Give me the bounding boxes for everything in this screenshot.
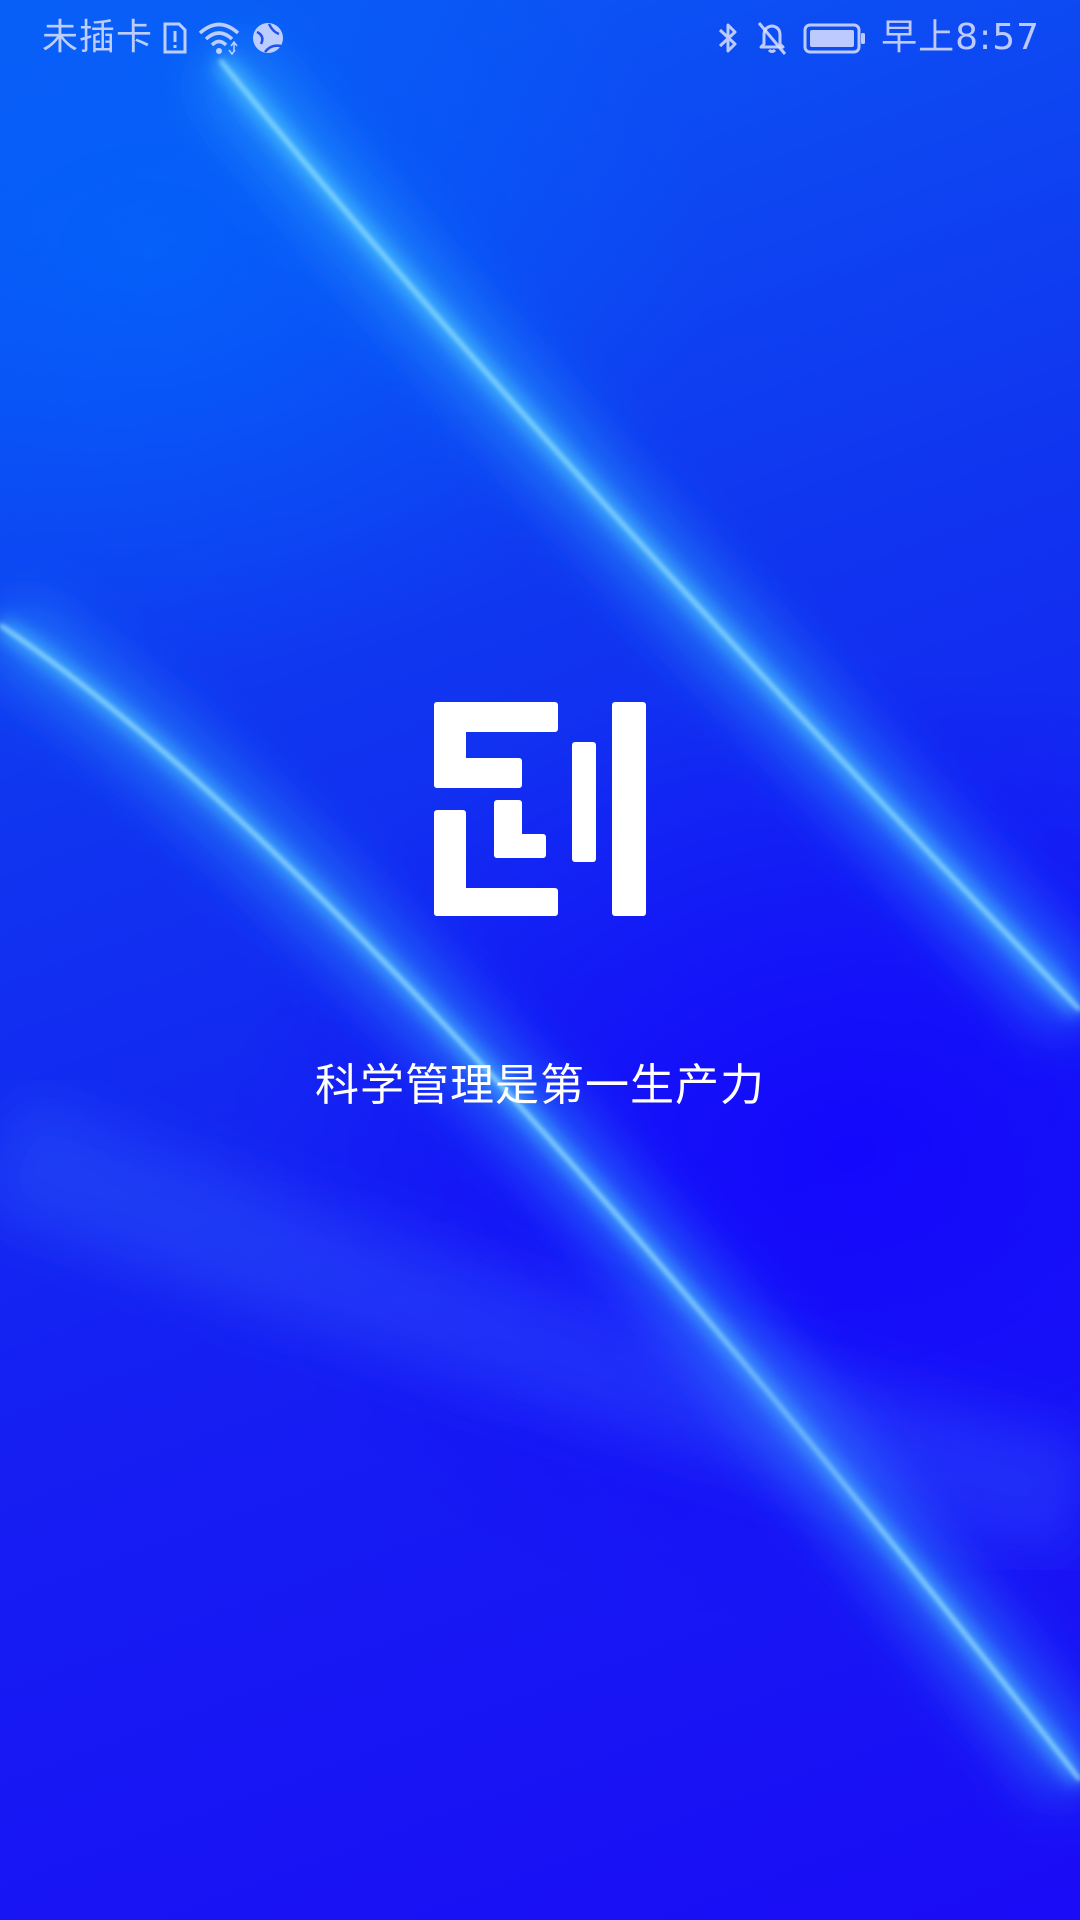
status-bar-right: 早上8:57	[715, 14, 1040, 62]
clock-label: 早上8:57	[881, 17, 1040, 58]
status-bar-left: 未插卡	[42, 14, 287, 62]
light-streaks-background	[0, 37, 1080, 1802]
app-logo-icon	[432, 700, 648, 918]
battery-icon	[803, 18, 867, 58]
carrier-label: 未插卡	[42, 17, 154, 58]
wifi-icon	[197, 18, 241, 58]
vpn-globe-icon	[249, 18, 287, 58]
splash-screen: 未插卡 早上8:57 科学管理是第一生产力	[0, 0, 1080, 1920]
slogan-text: 科学管理是第一生产力	[315, 1060, 765, 1111]
bluetooth-icon	[715, 18, 741, 58]
sim-alert-icon	[161, 18, 189, 58]
bell-muted-icon	[755, 18, 789, 58]
status-bar: 未插卡 早上8:57	[0, 0, 1080, 76]
